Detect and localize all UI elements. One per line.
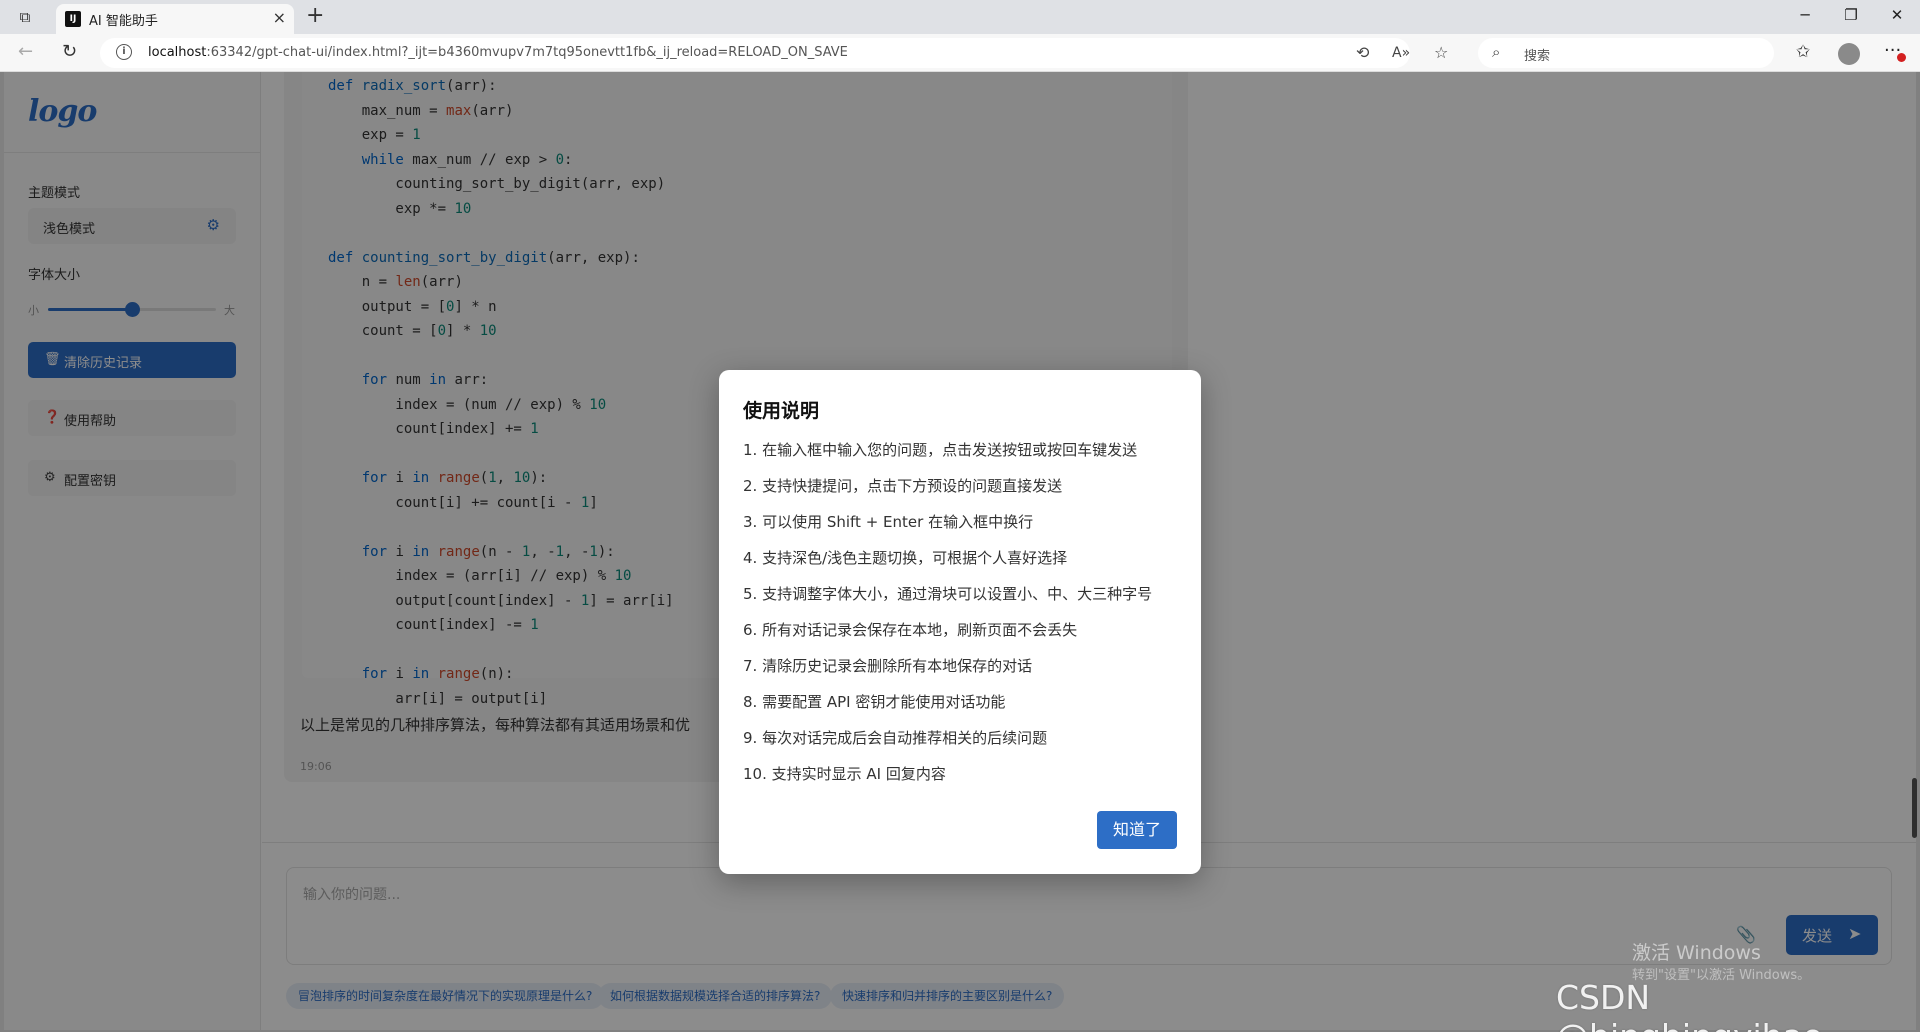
tab-title: AI 智能助手 [89, 14, 158, 29]
favorite-star-icon[interactable]: ☆ [1434, 43, 1448, 62]
profile-avatar[interactable] [1838, 43, 1860, 65]
help-item: 10. 支持实时显示 AI 回复内容 [743, 765, 946, 783]
workspaces-icon[interactable]: ⧉ [14, 7, 36, 27]
refresh-icon[interactable]: ↻ [62, 41, 77, 62]
window-close-icon[interactable]: ✕ [1882, 6, 1912, 24]
favorites-icon[interactable]: ✩ [1796, 42, 1810, 62]
back-icon[interactable]: ← [18, 41, 33, 62]
tab-close-icon[interactable]: × [273, 8, 286, 27]
browser-tab-active[interactable]: IJ AI 智能助手 × [56, 4, 294, 34]
notification-badge [1897, 53, 1906, 62]
help-item: 8. 需要配置 API 密钥才能使用对话功能 [743, 693, 1006, 711]
csdn-watermark: CSDN @bingbingyihao [1556, 978, 1823, 1032]
help-item: 9. 每次对话完成后会自动推荐相关的后续问题 [743, 729, 1048, 747]
site-info-icon[interactable]: i [116, 44, 132, 60]
new-tab-icon[interactable]: + [306, 4, 324, 28]
read-aloud-icon[interactable]: A» [1392, 45, 1410, 61]
modal-overlay[interactable]: 使用说明 1. 在输入框中输入您的问题，点击发送按钮或按回车键发送 2. 支持快… [0, 72, 1920, 1032]
translate-icon[interactable]: ⟲ [1356, 43, 1369, 62]
help-item: 5. 支持调整字体大小，通过滑块可以设置小、中、大三种字号 [743, 585, 1153, 603]
modal-title: 使用说明 [743, 400, 820, 422]
help-item: 4. 支持深色/浅色主题切换，可根据个人喜好选择 [743, 549, 1068, 567]
url-text: localhost:63342/gpt-chat-ui/index.html?_… [148, 45, 848, 60]
help-item: 6. 所有对话记录会保存在本地，刷新页面不会丢失 [743, 621, 1078, 639]
minimize-icon[interactable]: ─ [1790, 6, 1820, 24]
browser-toolbar: ← ↻ i localhost:63342/gpt-chat-ui/index.… [0, 34, 1920, 72]
search-icon: ⌕ [1492, 43, 1501, 61]
help-item: 7. 清除历史记录会删除所有本地保存的对话 [743, 657, 1033, 675]
help-item: 1. 在输入框中输入您的问题，点击发送按钮或按回车键发送 [743, 441, 1138, 459]
help-list: 1. 在输入框中输入您的问题，点击发送按钮或按回车键发送 2. 支持快捷提问，点… [743, 440, 1193, 800]
search-placeholder: 搜索 [1524, 49, 1551, 64]
help-item: 3. 可以使用 Shift + Enter 在输入框中换行 [743, 513, 1034, 531]
browser-tab-strip: ⧉ IJ AI 智能助手 × + ─ ❐ ✕ [0, 0, 1920, 34]
browser-search-box[interactable]: ⌕ 搜索 [1478, 38, 1774, 68]
help-item: 2. 支持快捷提问，点击下方预设的问题直接发送 [743, 477, 1063, 495]
restore-icon[interactable]: ❐ [1836, 6, 1866, 24]
modal-ok-button[interactable]: 知道了 [1097, 811, 1177, 849]
tab-favicon-icon: IJ [65, 11, 81, 27]
help-modal: 使用说明 1. 在输入框中输入您的问题，点击发送按钮或按回车键发送 2. 支持快… [719, 370, 1201, 874]
address-bar[interactable]: i localhost:63342/gpt-chat-ui/index.html… [100, 38, 1410, 68]
windows-activation-watermark: 激活 Windows [1632, 942, 1761, 964]
